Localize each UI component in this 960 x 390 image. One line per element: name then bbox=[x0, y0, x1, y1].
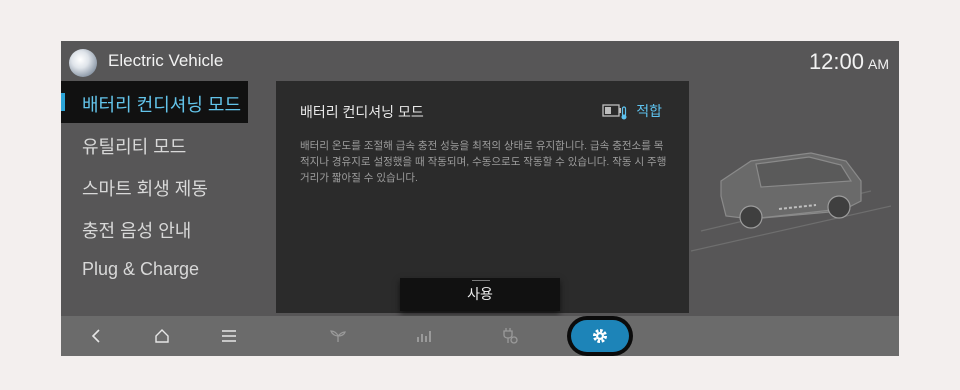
info-panel: 배터리 컨디셔닝 모드 적합 배터리 온도를 조절해 급속 충전 성능을 최적의… bbox=[276, 81, 689, 313]
side-menu: 배터리 컨디셔닝 모드 유틸리티 모드 스마트 회생 제동 충전 음성 안내 P… bbox=[61, 81, 266, 316]
header: Electric Vehicle 12:00 AM bbox=[61, 41, 899, 81]
bottom-nav-bar bbox=[61, 316, 899, 356]
eco-leaf-icon bbox=[330, 330, 346, 342]
battery-thermometer-icon bbox=[602, 104, 627, 120]
menu-item-battery-conditioning[interactable]: 배터리 컨디셔닝 모드 bbox=[61, 81, 248, 123]
clock: 12:00 AM bbox=[809, 49, 889, 75]
app-title: Electric Vehicle bbox=[108, 51, 224, 70]
clock-ampm: AM bbox=[868, 56, 889, 72]
menu-item-label: 배터리 컨디셔닝 모드 bbox=[82, 95, 242, 115]
settings-icon bbox=[593, 329, 607, 343]
menu-item-label: 스마트 회생 제동 bbox=[82, 179, 208, 199]
menu-button[interactable] bbox=[214, 316, 244, 356]
use-button[interactable]: 사용 bbox=[400, 278, 560, 311]
charger-settings-button[interactable] bbox=[495, 316, 525, 356]
back-icon bbox=[91, 329, 100, 343]
energy-button[interactable] bbox=[409, 316, 439, 356]
energy-chart-icon bbox=[417, 331, 431, 342]
menu-item-label: 유틸리티 모드 bbox=[82, 137, 187, 157]
status-text: 적합 bbox=[636, 103, 662, 119]
clock-time: 12:00 bbox=[808, 49, 864, 74]
back-button[interactable] bbox=[81, 316, 111, 356]
panel-title: 배터리 컨디셔닝 모드 bbox=[300, 104, 424, 120]
menu-item-label: Plug & Charge bbox=[82, 259, 200, 279]
status-indicator: 적합 bbox=[602, 101, 662, 121]
menu-item-smart-regen[interactable]: 스마트 회생 제동 bbox=[61, 165, 266, 207]
ev-settings-screen: Electric Vehicle 12:00 AM 배터리 컨디셔닝 모드 유틸리… bbox=[61, 41, 899, 356]
settings-button[interactable] bbox=[571, 320, 629, 352]
charger-settings-icon bbox=[503, 328, 518, 344]
home-icon bbox=[155, 329, 169, 343]
eco-button[interactable] bbox=[323, 316, 353, 356]
menu-item-label: 충전 음성 안내 bbox=[82, 221, 192, 241]
menu-item-plug-and-charge[interactable]: Plug & Charge bbox=[61, 249, 266, 291]
panel-description: 배터리 온도를 조절해 급속 충전 성능을 최적의 상태로 유지합니다. 급속 … bbox=[300, 140, 667, 184]
home-button[interactable] bbox=[147, 316, 177, 356]
menu-icon bbox=[222, 330, 236, 342]
car-illustration bbox=[691, 152, 892, 252]
menu-item-charging-voice[interactable]: 충전 음성 안내 bbox=[61, 207, 266, 249]
menu-item-utility-mode[interactable]: 유틸리티 모드 bbox=[61, 123, 266, 165]
ev-logo-icon bbox=[69, 49, 97, 77]
